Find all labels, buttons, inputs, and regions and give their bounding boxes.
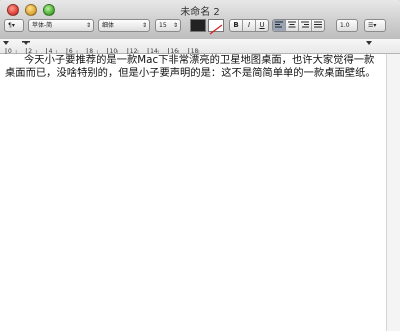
font-family-label: 苹体-简 <box>32 22 53 29</box>
alignment-buttons <box>272 19 325 32</box>
window-title: 未命名 2 <box>180 7 220 18</box>
ruler-graphic: 0 2 4 6 8 10 12 14 16 18 <box>3 41 372 55</box>
format-toolbar: ¶▾ 苹体-简 ⇕ 细体 ⇕ 15 ⇕ B I U 1.0 ☰▾ <box>0 17 400 37</box>
chevron-down-icon: ⇕ <box>172 22 178 29</box>
title-bar: 未命名 2 ¶▾ 苹体-简 ⇕ 细体 ⇕ 15 ⇕ B I U 1.0 ☰▾ <box>0 0 400 40</box>
font-size-label: 15 <box>159 22 167 29</box>
align-center-icon[interactable] <box>286 20 299 31</box>
font-typeface-popup[interactable]: 细体 ⇕ <box>98 19 150 32</box>
list-style-popup[interactable]: ☰▾ <box>364 19 386 32</box>
align-right-icon[interactable] <box>299 20 312 31</box>
chevron-down-icon: ⇕ <box>141 22 147 29</box>
no-color-icon <box>209 24 223 35</box>
highlight-color-swatch[interactable] <box>208 19 224 35</box>
line-spacing-label: 1.0 <box>340 22 350 29</box>
document-text[interactable]: 今天小子要推荐的是一款Mac下非常漂亮的卫星地图桌面，也许大家觉得一款桌面而已，… <box>5 54 383 80</box>
text-color-swatch[interactable] <box>190 19 206 32</box>
document-area[interactable]: 今天小子要推荐的是一款Mac下非常漂亮的卫星地图桌面，也许大家觉得一款桌面而已，… <box>0 54 386 331</box>
indent-bar <box>22 41 30 43</box>
paragraph-style-popup[interactable]: ¶▾ <box>4 19 24 32</box>
font-family-popup[interactable]: 苹体-简 ⇕ <box>28 19 94 32</box>
ruler[interactable]: 0 2 4 6 8 10 12 14 16 18 <box>0 39 400 55</box>
paragraph-style-label: ¶▾ <box>8 22 15 29</box>
underline-button[interactable]: U <box>256 20 268 31</box>
text-style-buttons: B I U <box>229 19 269 32</box>
align-justify-icon[interactable] <box>312 20 324 31</box>
font-size-popup[interactable]: 15 ⇕ <box>155 19 181 32</box>
line-spacing-popup[interactable]: 1.0 <box>336 19 358 32</box>
list-icon: ☰▾ <box>368 22 377 29</box>
chevron-down-icon: ⇕ <box>85 22 91 29</box>
right-margin-marker[interactable] <box>366 41 372 45</box>
bold-button[interactable]: B <box>230 20 243 31</box>
vertical-scrollbar[interactable] <box>386 54 400 331</box>
align-left-icon[interactable] <box>273 20 286 31</box>
font-typeface-label: 细体 <box>102 22 115 29</box>
text-editor-window: 未命名 2 ¶▾ 苹体-简 ⇕ 细体 ⇕ 15 ⇕ B I U 1.0 ☰▾ 0… <box>0 0 400 331</box>
italic-button[interactable]: I <box>243 20 256 31</box>
left-margin-marker[interactable] <box>3 41 9 45</box>
